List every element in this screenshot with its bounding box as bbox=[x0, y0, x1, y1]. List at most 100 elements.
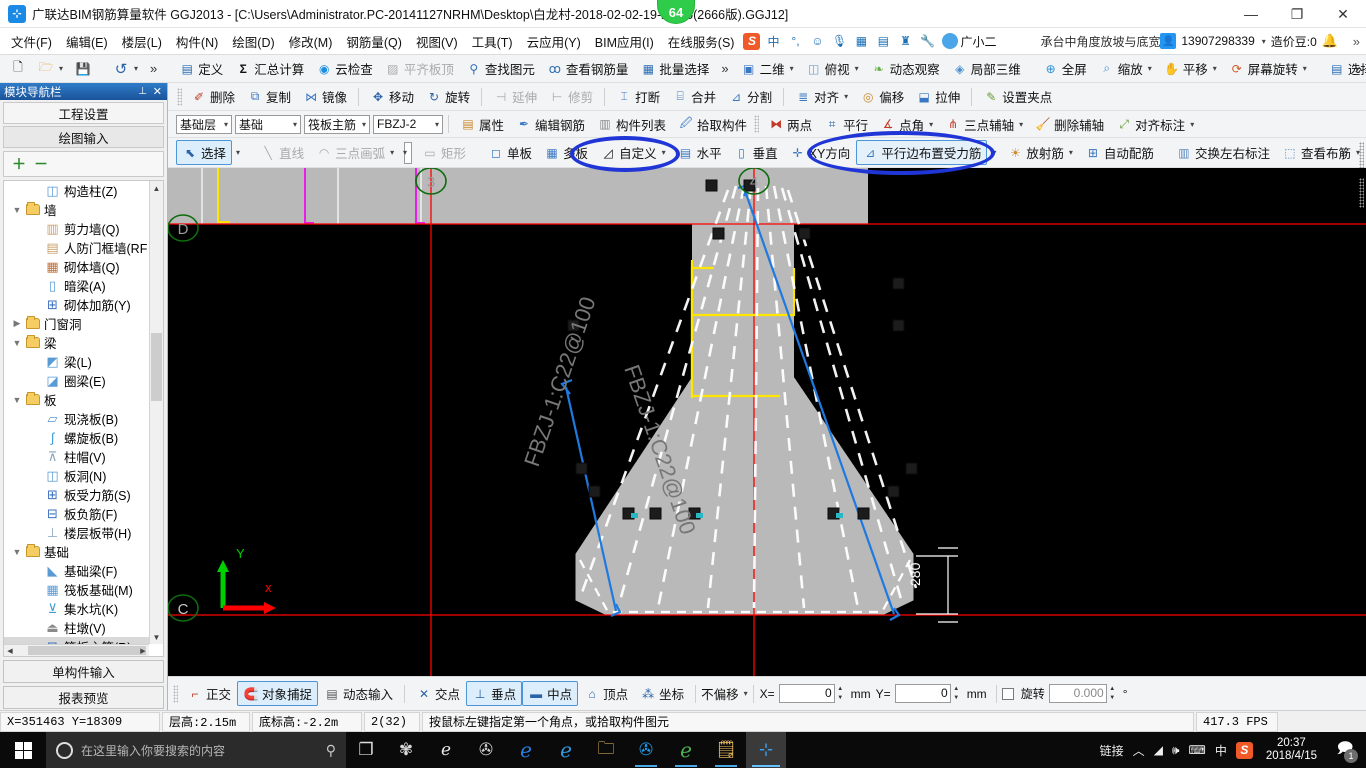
tree-item-4[interactable]: ▦ 砌体墙(Q) bbox=[4, 257, 149, 276]
summary-calc-button[interactable]: Σ 汇总计算 bbox=[229, 56, 310, 81]
screen-rotate-chevron-down-icon[interactable]: ▾ bbox=[1303, 64, 1307, 73]
align-button[interactable]: ≣ 对齐 ▾ bbox=[789, 84, 854, 109]
tree-item-5[interactable]: ▯ 暗梁(A) bbox=[4, 276, 149, 295]
menu-modify[interactable]: 修改(M) bbox=[282, 29, 340, 54]
tree-item-15[interactable]: ◫ 板洞(N) bbox=[4, 466, 149, 485]
delete-button[interactable]: ✐ 删除 bbox=[185, 84, 241, 109]
align-dimension-button[interactable]: ⤢ 对齐标注 ▾ bbox=[1110, 112, 1200, 137]
tray-chevron-up-icon[interactable]: ︿ bbox=[1133, 742, 1145, 759]
edit-rebar-button[interactable]: ✒ 编辑钢筋 bbox=[510, 112, 591, 137]
menu-online-service[interactable]: 在线服务(S) bbox=[661, 29, 742, 54]
menu-file[interactable]: 文件(F) bbox=[4, 29, 59, 54]
new-file-button[interactable]: 🗋 bbox=[4, 58, 32, 80]
find-element-button[interactable]: ⚲ 查找图元 bbox=[460, 56, 541, 81]
rotate-stepper[interactable]: ▲ ▼ bbox=[1107, 684, 1118, 703]
chevron-down-icon[interactable]: ▼ bbox=[10, 205, 24, 215]
internet-explorer-app-icon[interactable]: ℯ bbox=[546, 732, 586, 768]
view-rebar-qty-button[interactable]: ꝏ 查看钢筋量 bbox=[541, 56, 635, 81]
perpendicular-snap-toggle[interactable]: ⊥ 垂点 bbox=[466, 681, 523, 706]
account-phone[interactable]: 13907298339 bbox=[1181, 34, 1254, 48]
spiral-app-icon[interactable]: ✇ bbox=[466, 732, 506, 768]
parallel-axis-button[interactable]: ⌗ 平行 bbox=[818, 112, 874, 137]
y-offset-input[interactable]: 0 bbox=[894, 684, 951, 703]
rotate-input[interactable]: 0.000 bbox=[1048, 684, 1107, 703]
component-type-select[interactable]: 筏板主筋 ▾ bbox=[304, 114, 370, 134]
minimize-button[interactable]: — bbox=[1228, 0, 1274, 28]
tree-hscroll-thumb[interactable] bbox=[28, 646, 146, 655]
ime-skin-icon[interactable]: ♜ bbox=[896, 32, 914, 50]
scroll-up-icon[interactable]: ▲ bbox=[150, 181, 163, 195]
three-point-arc-button[interactable]: ◠ 三点画弧 ▾ bbox=[310, 140, 400, 165]
toolbar-overflow-1[interactable]: » bbox=[144, 58, 163, 79]
single-component-input-button[interactable]: 单构件输入 bbox=[3, 660, 164, 683]
add-item-icon[interactable]: ＋ bbox=[12, 154, 26, 174]
tree-item-23[interactable]: ⏏ 柱墩(V) bbox=[4, 618, 149, 637]
snapbar-gripper[interactable] bbox=[173, 684, 178, 703]
parallel-edge-rebar-chevron-down-icon[interactable]: ▾ bbox=[992, 148, 996, 157]
tree-item-0[interactable]: ◫ 构造柱(Z) bbox=[4, 181, 149, 200]
rotate-stepper-up-icon[interactable]: ▲ bbox=[1107, 684, 1118, 694]
single-slab-button[interactable]: ◻ 单板 bbox=[482, 140, 538, 165]
tab-project-settings[interactable]: 工程设置 bbox=[3, 102, 164, 124]
ime-punctuation-icon[interactable]: °, bbox=[786, 32, 804, 50]
floor-chevron-down-icon[interactable]: ▾ bbox=[224, 120, 228, 129]
undo-button[interactable]: ↺ ▾ bbox=[107, 58, 144, 80]
split-button[interactable]: ⊿ 分割 bbox=[722, 84, 778, 109]
batch-select-button[interactable]: ▦ 批量选择 bbox=[634, 56, 715, 81]
promo-link[interactable]: 承台中角度放坡与底宽.. bbox=[1040, 33, 1167, 50]
glodon-app-icon[interactable]: ⊹ bbox=[746, 732, 786, 768]
menu-edit[interactable]: 编辑(E) bbox=[59, 29, 115, 54]
wifi-icon[interactable]: ◢ bbox=[1154, 743, 1163, 757]
three-point-chevron-down-icon[interactable]: ▾ bbox=[1019, 120, 1023, 129]
open-chevron-down-icon[interactable]: ▾ bbox=[59, 64, 63, 73]
offset-button[interactable]: ◎ 偏移 bbox=[854, 84, 910, 109]
component-list-button[interactable]: ▥ 构件列表 bbox=[591, 112, 672, 137]
tree-item-24[interactable]: ⊞筏板主筋(R) bbox=[4, 637, 149, 644]
rotate-stepper-down-icon[interactable]: ▼ bbox=[1107, 694, 1118, 704]
point-angle-chevron-down-icon[interactable]: ▾ bbox=[929, 120, 933, 129]
component-name-select[interactable]: FBZJ-2 ▾ bbox=[373, 114, 443, 134]
menu-draw[interactable]: 绘图(D) bbox=[225, 29, 281, 54]
start-button[interactable] bbox=[0, 732, 46, 768]
tree-horizontal-scrollbar[interactable]: ◀ ▶ bbox=[4, 644, 149, 656]
menu-component[interactable]: 构件(N) bbox=[169, 29, 225, 54]
drawing-canvas[interactable]: FBZJ-1:C22@100 FBZJ-1:C22@100 280 D 3 4 … bbox=[168, 168, 1366, 676]
tree-item-14[interactable]: ⊼ 柱帽(V) bbox=[4, 447, 149, 466]
taskbar-clock[interactable]: 20:37 2018/4/15 bbox=[1262, 737, 1321, 763]
stretch-button[interactable]: ⬓ 拉伸 bbox=[910, 84, 966, 109]
file-explorer-app-icon[interactable]: 🗀 bbox=[586, 732, 626, 768]
align-chevron-down-icon[interactable]: ▾ bbox=[844, 92, 848, 101]
ortho-toggle[interactable]: ⌐ 正交 bbox=[181, 681, 237, 706]
delete-axis-button[interactable]: 🧹 删除辅轴 bbox=[1029, 112, 1110, 137]
screen-rotate-button[interactable]: ⟳ 屏幕旋转 ▾ bbox=[1223, 56, 1313, 81]
draw-style-combo[interactable]: ▾ bbox=[403, 141, 412, 164]
trim-button[interactable]: ⊢ 修剪 bbox=[543, 84, 599, 109]
vertex-snap-toggle[interactable]: ⌂ 顶点 bbox=[578, 681, 634, 706]
edge-app-icon[interactable]: ℯ bbox=[506, 732, 546, 768]
tree-item-7[interactable]: ▶ 门窗洞 bbox=[4, 314, 149, 333]
save-button[interactable]: 💾 bbox=[69, 58, 97, 80]
parallel-edge-rebar-button[interactable]: ⊿ 平行边布置受力筋 bbox=[856, 140, 988, 165]
tree-item-2[interactable]: ▥ 剪力墙(Q) bbox=[4, 219, 149, 238]
cloud-check-button[interactable]: ◉ 云检查 bbox=[310, 56, 379, 81]
toolbar-gripper[interactable] bbox=[754, 115, 760, 133]
ime-chinese-icon[interactable]: 中 bbox=[764, 32, 782, 50]
three-point-axis-button[interactable]: ⋔ 三点辅轴 ▾ bbox=[939, 112, 1029, 137]
category-select[interactable]: 基础 ▾ bbox=[235, 114, 301, 134]
ie-outline-app-icon[interactable]: ℯ bbox=[426, 732, 466, 768]
tree-item-21[interactable]: ▦ 筏板基础(M) bbox=[4, 580, 149, 599]
tree-item-17[interactable]: ⊟ 板负筋(F) bbox=[4, 504, 149, 523]
tree-item-6[interactable]: ⊞ 砌体加筋(Y) bbox=[4, 295, 149, 314]
align-dimension-chevron-down-icon[interactable]: ▾ bbox=[1190, 120, 1194, 129]
scroll-down-icon[interactable]: ▼ bbox=[150, 630, 163, 644]
pinwheel-app-icon[interactable]: ✾ bbox=[386, 732, 426, 768]
move-button[interactable]: ✥ 移动 bbox=[364, 84, 420, 109]
notepad-app-icon[interactable]: 🗒 bbox=[706, 732, 746, 768]
point-angle-axis-button[interactable]: ∡ 点角 ▾ bbox=[874, 112, 939, 137]
menu-rebar-qty[interactable]: 钢筋量(Q) bbox=[339, 29, 409, 54]
extend-button[interactable]: ⊣ 延伸 bbox=[487, 84, 543, 109]
menu-bim[interactable]: BIM应用(I) bbox=[588, 29, 661, 54]
chevron-right-icon[interactable]: ▶ bbox=[10, 318, 24, 329]
ime-voice-icon[interactable]: 🎙 bbox=[830, 32, 848, 50]
zoom-button[interactable]: ⌕ 缩放 ▾ bbox=[1093, 56, 1158, 81]
